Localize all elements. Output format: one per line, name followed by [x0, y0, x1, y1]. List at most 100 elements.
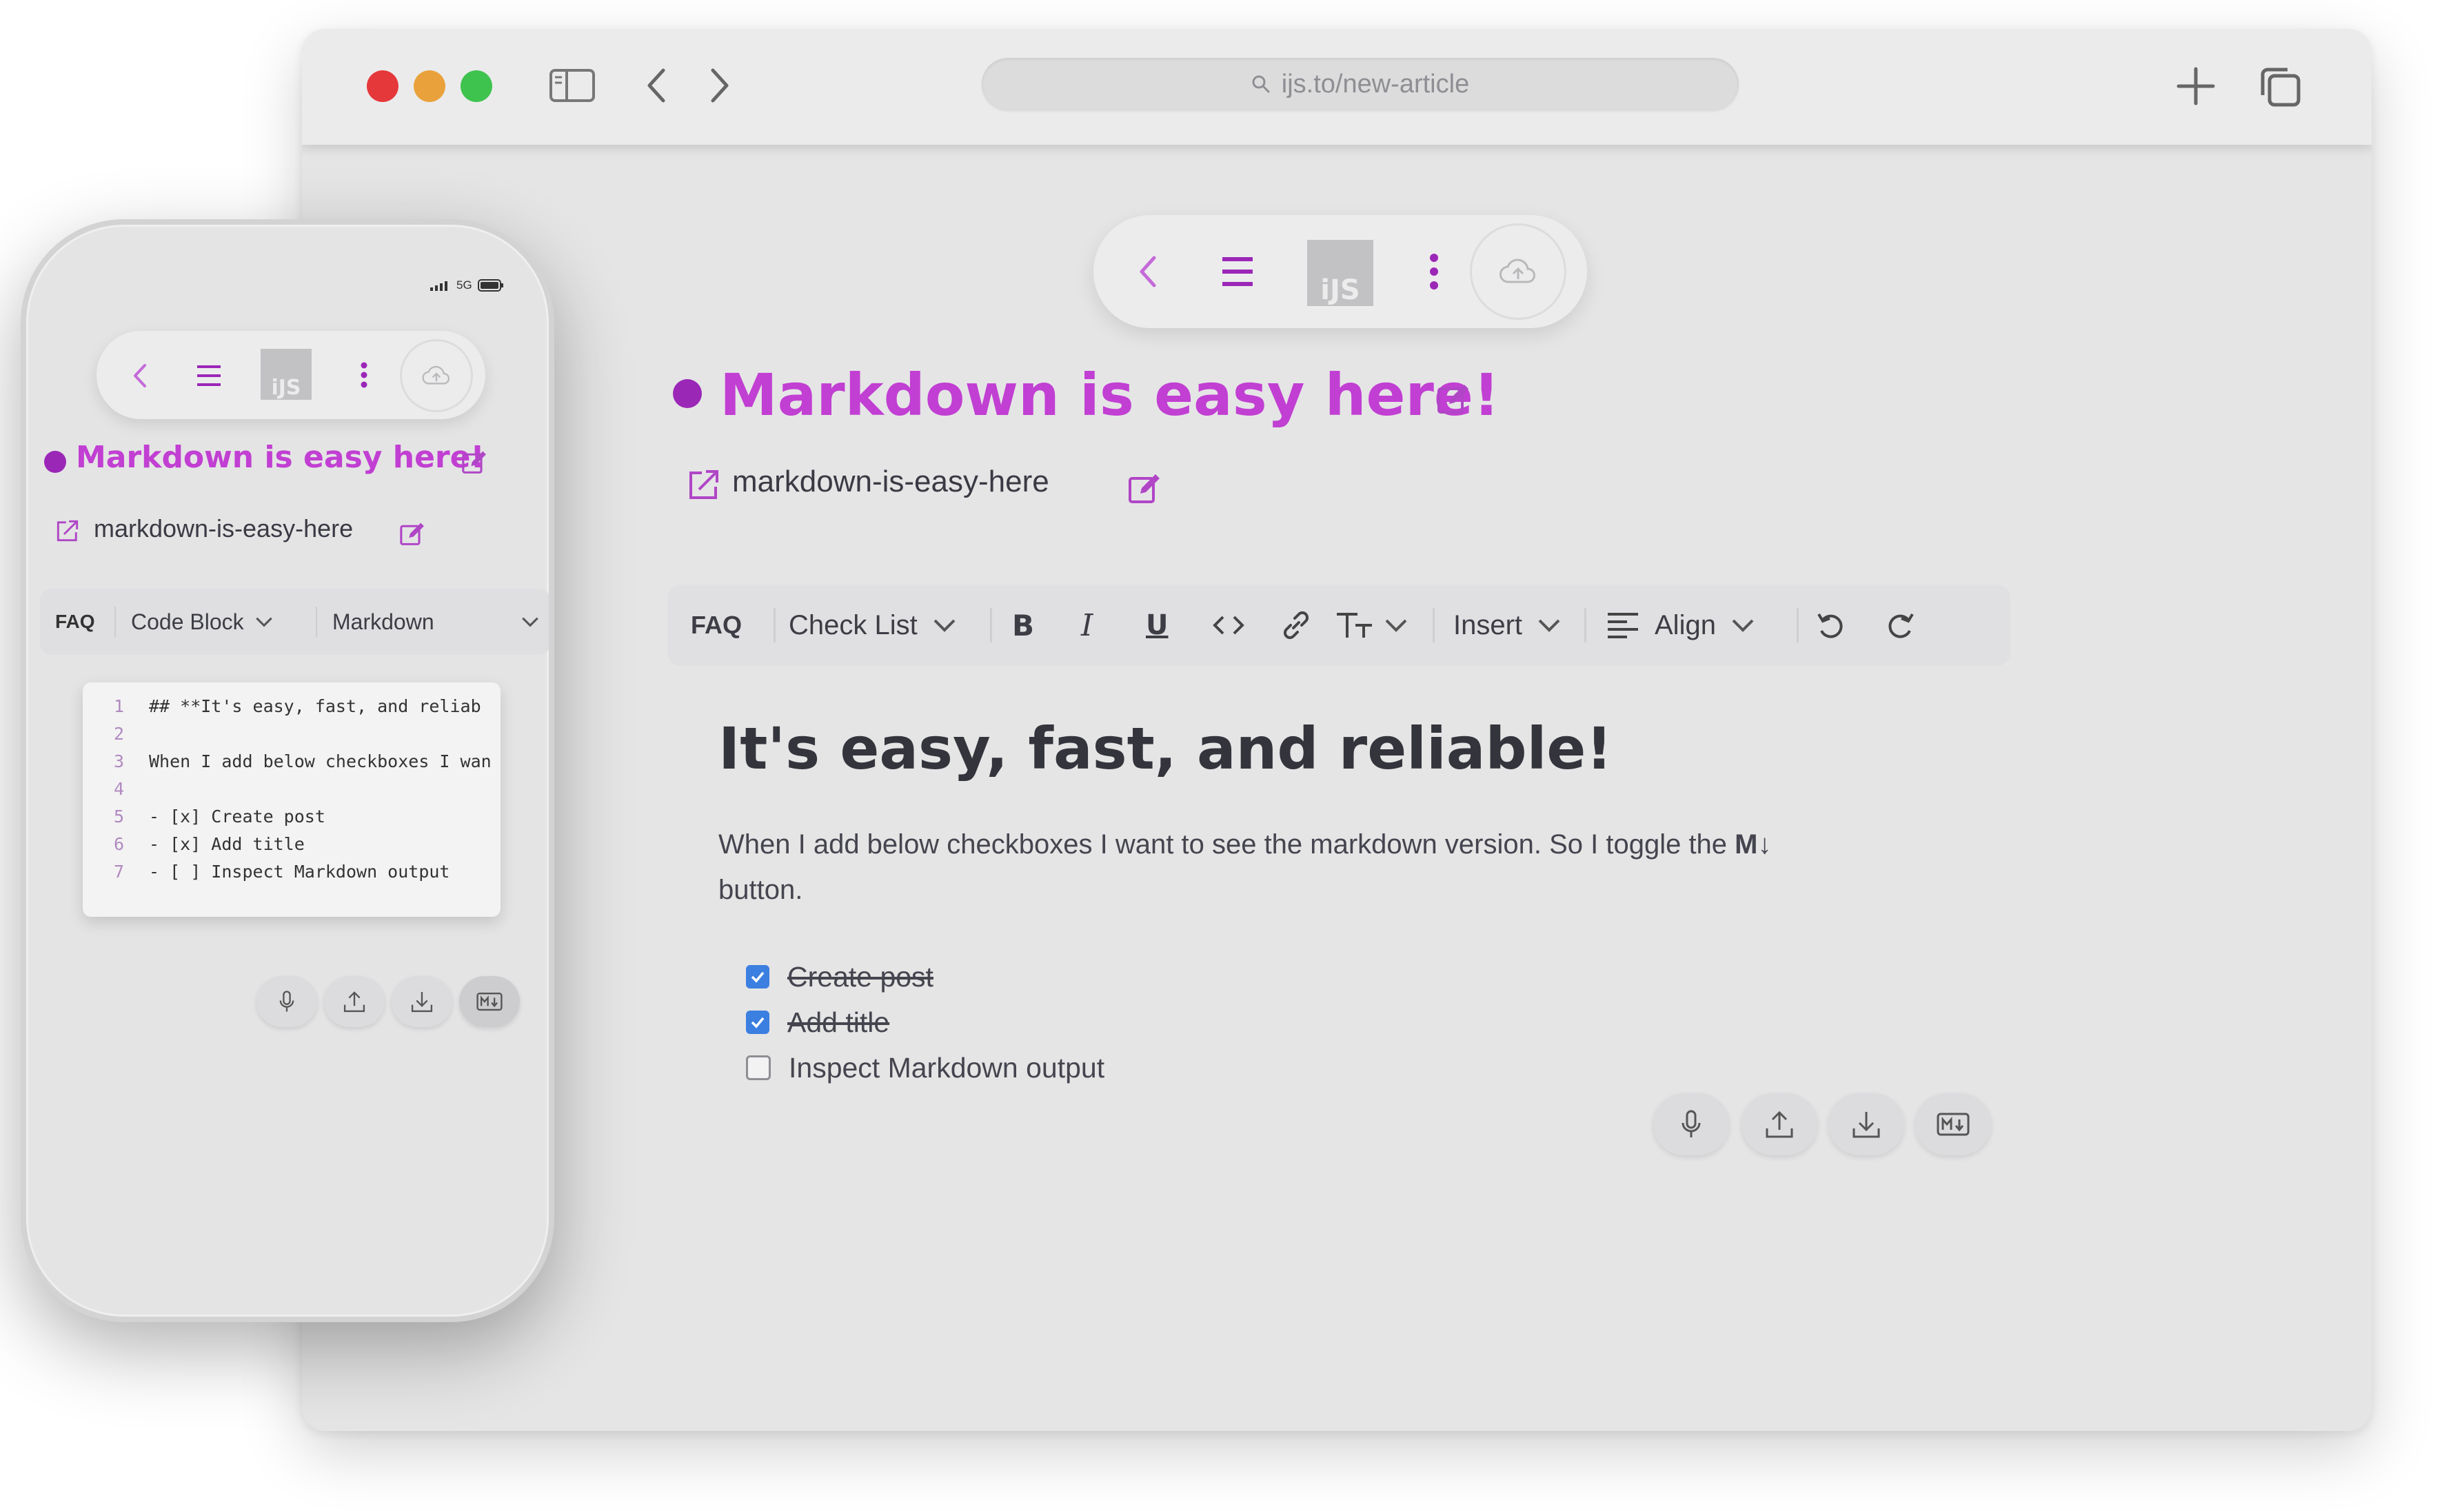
markdown-toggle-button[interactable]: [1915, 1093, 1991, 1155]
network-label: 5G: [456, 278, 472, 292]
chevron-left-icon[interactable]: [130, 360, 150, 395]
italic-icon: I: [1081, 607, 1093, 643]
code-icon: [1213, 616, 1244, 635]
checklist-label: Create post: [787, 960, 933, 993]
code-line: 3 When I add below checkboxes I wan: [113, 751, 492, 771]
edit-slug-icon[interactable]: [1127, 470, 1162, 509]
chevron-down-icon: [255, 617, 272, 627]
link-button[interactable]: [1280, 585, 1313, 666]
signal-icon: [430, 281, 447, 291]
new-tab-icon[interactable]: [2174, 65, 2217, 111]
article-title: Markdown is easy here!: [720, 361, 1500, 429]
chevron-left-icon[interactable]: [1133, 251, 1161, 296]
voice-input-button[interactable]: [1653, 1093, 1729, 1155]
markdown-code-block[interactable]: 1 ## **It's easy, fast, and reliab 2 3 Whe…: [83, 682, 501, 917]
zoom-window-button[interactable]: [461, 70, 492, 102]
align-select[interactable]: Align: [1606, 585, 1755, 666]
italic-button[interactable]: I: [1081, 585, 1093, 666]
underline-icon: U: [1146, 609, 1169, 641]
document-heading: It's easy, fast, and reliable!: [718, 715, 1613, 782]
minimize-window-button[interactable]: [414, 70, 445, 102]
block-type-select[interactable]: Code Block: [131, 589, 273, 655]
undo-icon: [1817, 613, 1843, 638]
document-paragraph: When I add below checkboxes I want to se…: [718, 822, 1904, 913]
cloud-upload-icon: [422, 365, 450, 385]
edit-title-icon[interactable]: [1435, 381, 1471, 420]
close-window-button[interactable]: [367, 70, 398, 102]
article-title: Markdown is easy here!: [76, 440, 485, 475]
toolbar-divider: [1797, 608, 1799, 642]
more-vertical-icon[interactable]: [360, 360, 368, 394]
menu-icon[interactable]: [1220, 255, 1255, 292]
article-slug: markdown-is-easy-here: [732, 465, 1049, 498]
upload-icon: [1766, 1111, 1793, 1138]
edit-slug-icon[interactable]: [398, 520, 426, 551]
menu-icon[interactable]: [196, 364, 222, 391]
voice-input-button[interactable]: [256, 976, 317, 1027]
status-bar: 5G: [430, 278, 504, 292]
insert-select[interactable]: Insert: [1453, 585, 1561, 666]
app-logo[interactable]: iJS: [261, 349, 312, 400]
block-type-select[interactable]: Check List: [789, 585, 956, 666]
undo-button[interactable]: [1816, 585, 1846, 666]
bold-button[interactable]: B: [1012, 585, 1034, 666]
cloud-upload-button[interactable]: [1470, 223, 1566, 320]
checkbox-checked[interactable]: [746, 965, 769, 988]
code-line: 6- [x] Add title: [113, 834, 305, 854]
checklist-label: Add title: [787, 1006, 890, 1038]
more-vertical-icon[interactable]: [1428, 251, 1440, 296]
code-line: 1 ## **It's easy, fast, and reliab: [113, 696, 481, 716]
markdown-toggle-button[interactable]: [459, 976, 520, 1027]
markdown-icon: [476, 992, 503, 1011]
upload-button[interactable]: [1741, 1093, 1817, 1155]
download-icon: [411, 992, 433, 1013]
tab-overview-icon[interactable]: [2257, 65, 2303, 114]
app-logo[interactable]: iJS: [1307, 240, 1373, 306]
chevron-down-icon: [1385, 619, 1407, 632]
faq-button[interactable]: FAQ: [691, 585, 742, 666]
faq-button[interactable]: FAQ: [55, 589, 95, 655]
align-label: Align: [1655, 609, 1716, 640]
markdown-icon: [1937, 1113, 1970, 1136]
checklist: Create post Add title Inspect Markdown o…: [746, 954, 1104, 1091]
sidebar-toggle-icon[interactable]: [549, 66, 596, 108]
download-button[interactable]: [1828, 1093, 1904, 1155]
underline-button[interactable]: U: [1146, 585, 1168, 666]
code-line: 2: [113, 724, 124, 744]
search-icon: [1252, 75, 1270, 93]
microphone-icon: [279, 991, 294, 1012]
external-link-icon[interactable]: [687, 467, 721, 505]
external-link-icon[interactable]: [55, 518, 80, 547]
paragraph-bold: M↓: [1735, 829, 1772, 860]
upload-icon: [343, 991, 365, 1013]
app-toolbar: iJS: [1093, 215, 1587, 328]
toolbar-divider: [1433, 608, 1435, 642]
address-bar[interactable]: ijs.to/new-article: [982, 58, 1739, 110]
cloud-upload-icon: [1499, 258, 1535, 283]
toolbar-divider: [1584, 608, 1586, 642]
browser-forward-icon[interactable]: [706, 65, 734, 110]
battery-icon: [477, 279, 503, 292]
browser-back-icon[interactable]: [643, 65, 670, 110]
code-button[interactable]: [1212, 585, 1245, 666]
redo-button[interactable]: [1885, 585, 1915, 666]
paragraph-text: When I add below checkboxes I want to se…: [718, 829, 1735, 860]
align-left-icon: [1608, 613, 1638, 638]
text-size-select[interactable]: [1335, 585, 1408, 666]
paragraph-end: button.: [718, 875, 803, 905]
article-slug: markdown-is-easy-here: [94, 514, 354, 542]
status-dot: [44, 451, 66, 473]
upload-button[interactable]: [324, 976, 385, 1027]
language-select[interactable]: Markdown: [332, 589, 539, 655]
edit-title-icon[interactable]: [461, 448, 488, 479]
browser-window: ijs.to/new-article iJS Markdown is easy …: [302, 29, 2372, 1431]
checkbox-checked[interactable]: [746, 1011, 769, 1034]
download-icon: [1852, 1112, 1880, 1138]
chevron-down-icon: [1732, 619, 1754, 632]
insert-label: Insert: [1453, 609, 1523, 640]
redo-icon: [1888, 613, 1914, 638]
block-type-label: Code Block: [131, 609, 244, 634]
download-button[interactable]: [392, 976, 452, 1027]
cloud-upload-button[interactable]: [400, 339, 473, 412]
checkbox-unchecked[interactable]: [746, 1055, 771, 1080]
